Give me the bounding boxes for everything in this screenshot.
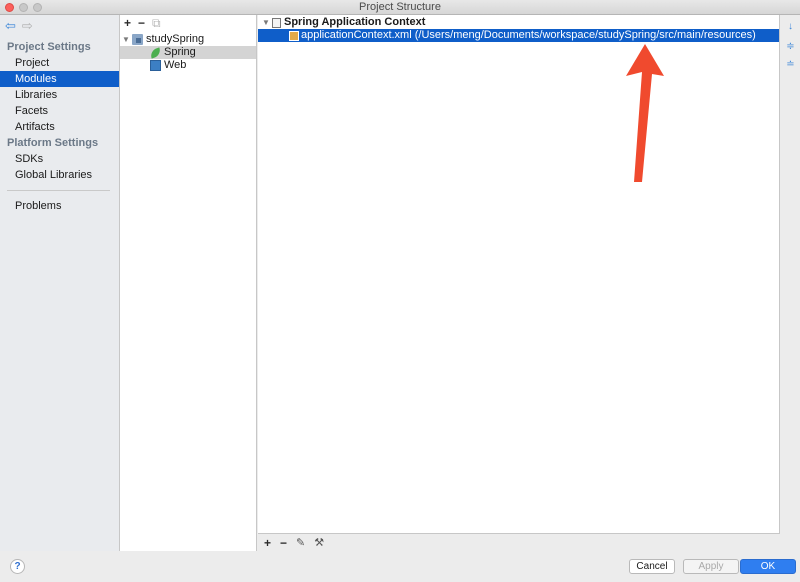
context-header-row[interactable]: ▼ Spring Application Context — [258, 16, 425, 29]
module-tree-panel: + − ⧉ ▼ studySpring Spring Web — [120, 15, 257, 551]
sidebar-item-modules[interactable]: Modules — [0, 71, 119, 87]
sidebar-item-libraries[interactable]: Libraries — [0, 87, 119, 103]
right-rail: ↓ ≑ ≐ — [780, 15, 800, 533]
pencil-icon[interactable]: ✎ — [296, 536, 305, 550]
remove-module-button[interactable]: − — [138, 16, 145, 30]
spring-leaf-icon — [148, 46, 163, 59]
web-icon — [150, 60, 161, 71]
sidebar-item-problems[interactable]: Problems — [0, 198, 119, 214]
sidebar-item-project[interactable]: Project — [0, 55, 119, 71]
xml-file-icon — [289, 30, 299, 41]
context-icon — [272, 17, 281, 28]
back-arrow-icon[interactable]: ⇦ — [5, 18, 16, 34]
annotation-arrow — [626, 44, 664, 182]
wrench-icon[interactable]: ⚒ — [314, 536, 324, 550]
sort-icon[interactable]: ↓ — [785, 21, 796, 32]
apply-button[interactable]: Apply — [683, 559, 739, 574]
expand-all-icon[interactable]: ≑ — [785, 41, 796, 52]
tree-node-label: studySpring — [146, 33, 205, 45]
nav-arrows: ⇦ ⇨ — [5, 18, 33, 34]
cancel-button[interactable]: Cancel — [629, 559, 675, 574]
context-title: Spring Application Context — [284, 16, 426, 28]
context-file-path: applicationContext.xml (/Users/meng/Docu… — [301, 29, 756, 41]
expand-triangle-icon[interactable]: ▼ — [122, 33, 132, 46]
annotation-arrow-shape — [626, 44, 664, 182]
copy-icon[interactable]: ⧉ — [152, 16, 161, 30]
tree-node-web[interactable]: Web — [120, 59, 256, 72]
forward-arrow-icon[interactable]: ⇨ — [22, 18, 33, 34]
module-folder-icon — [132, 34, 143, 45]
add-module-button[interactable]: + — [124, 16, 131, 30]
tree-node-spring[interactable]: Spring — [120, 46, 256, 59]
context-file-row[interactable]: applicationContext.xml (/Users/meng/Docu… — [258, 29, 779, 42]
ok-button[interactable]: OK — [740, 559, 796, 574]
add-context-button[interactable]: + — [264, 536, 271, 550]
remove-context-button[interactable]: − — [280, 536, 287, 550]
project-settings-header: Project Settings — [7, 41, 91, 53]
sidebar-item-global-libraries[interactable]: Global Libraries — [0, 167, 119, 183]
context-toolbar: + − ✎ ⚒ — [258, 533, 780, 551]
module-tree-toolbar: + − ⧉ — [120, 15, 256, 31]
sidebar-item-artifacts[interactable]: Artifacts — [0, 119, 119, 135]
platform-settings-header: Platform Settings — [7, 137, 99, 149]
sidebar-item-sdks[interactable]: SDKs — [0, 151, 119, 167]
sidebar-item-facets[interactable]: Facets — [0, 103, 119, 119]
expand-triangle-icon[interactable]: ▼ — [262, 16, 272, 29]
collapse-all-icon[interactable]: ≐ — [785, 59, 796, 70]
dialog-footer: ? Cancel Apply OK — [0, 551, 800, 582]
help-button[interactable]: ? — [10, 559, 25, 574]
spring-context-panel: ▼ Spring Application Context application… — [258, 15, 780, 533]
title-bar: Project Structure — [0, 0, 800, 15]
tree-node-label: Web — [164, 59, 187, 71]
settings-sidebar: ⇦ ⇨ Project Settings Project Modules Lib… — [0, 15, 120, 551]
sidebar-separator — [7, 190, 110, 191]
tree-node-label: Spring — [164, 46, 196, 58]
tree-node-study-spring[interactable]: ▼ studySpring — [122, 33, 256, 46]
window-title: Project Structure — [359, 1, 441, 13]
